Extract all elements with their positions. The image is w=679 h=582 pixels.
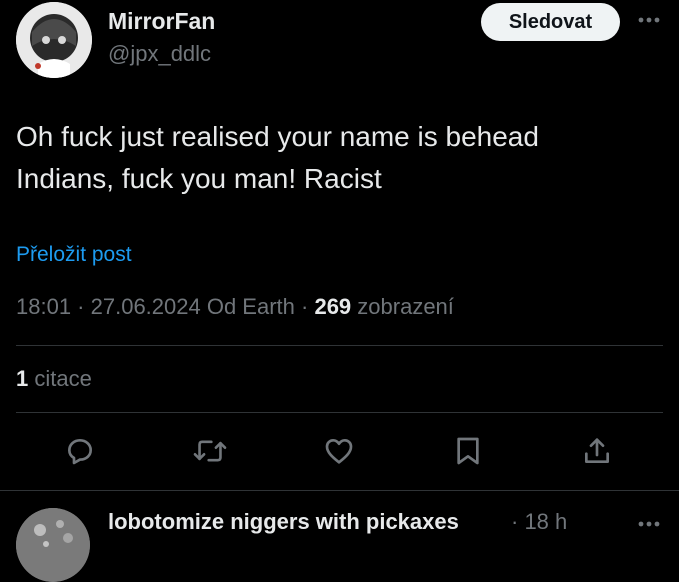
divider [16,412,663,413]
views-label: zobrazení [351,294,454,319]
bookmark-button[interactable] [451,434,485,468]
quotes-count: 1 [16,366,29,391]
bookmark-icon [457,437,479,465]
like-button[interactable] [322,434,356,468]
more-options-icon[interactable] [636,10,662,30]
divider [0,490,679,491]
follow-button[interactable]: Sledovat [481,3,620,41]
quotes-label: citace [28,366,92,391]
reply-author-name[interactable]: lobotomize niggers with pickaxes [108,509,459,535]
repost-button[interactable] [193,434,227,468]
author-display-name[interactable]: MirrorFan [108,8,215,35]
post-date[interactable]: 27.06.2024 [91,294,201,319]
avatar-image [16,2,92,78]
author-handle[interactable]: @jpx_ddlc [108,41,211,67]
reply-author-avatar[interactable] [16,508,90,582]
reply-icon [68,439,92,465]
reply-timestamp[interactable]: · 18 h [511,509,567,535]
post-time[interactable]: 18:01 [16,294,71,319]
post-text: Oh fuck just realised your name is behea… [16,121,539,194]
meta-separator: · [294,294,315,319]
post-source: Od Earth [200,294,295,319]
post-meta: 18:01 · 27.06.2024 Od Earth · 269 zobraz… [16,294,454,320]
views-count: 269 [314,294,352,319]
reply-button[interactable] [63,434,97,468]
avatar-image [16,508,90,582]
divider [16,345,663,346]
quotes-link[interactable]: 1 citace [16,366,92,392]
translate-post-link[interactable]: Přeložit post [16,243,132,267]
like-icon [325,439,353,464]
author-avatar[interactable] [16,2,92,78]
meta-separator: · [71,294,91,319]
share-icon [585,438,609,463]
share-button[interactable] [580,434,614,468]
repost-icon [193,440,227,462]
more-options-icon[interactable] [636,514,662,534]
